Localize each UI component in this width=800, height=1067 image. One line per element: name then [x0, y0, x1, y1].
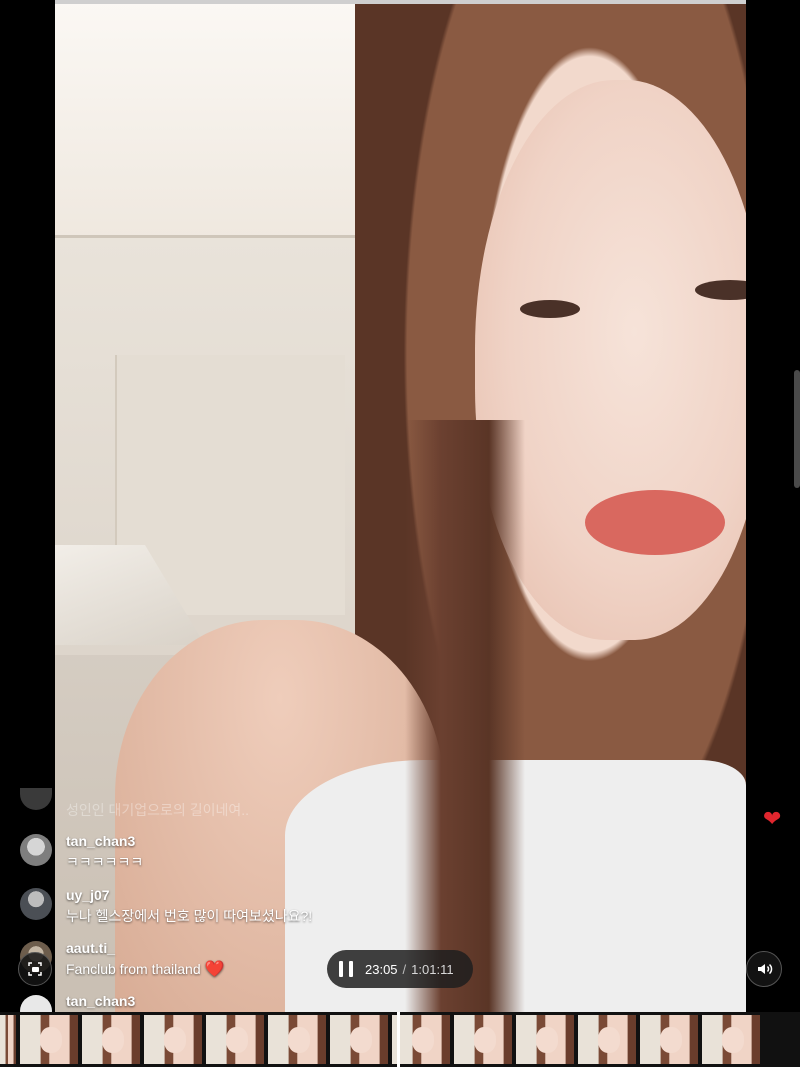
playback-controls: 23:05 / 1:01:11	[327, 950, 473, 988]
current-time: 23:05	[365, 961, 398, 977]
avatar	[20, 788, 52, 810]
filmstrip-frame[interactable]	[82, 1015, 140, 1064]
picture-in-picture-icon	[28, 962, 42, 976]
comment-username[interactable]: aaut.ti_	[66, 940, 115, 956]
comment-message: ㅋㅋㅋㅋㅋㅋ	[66, 854, 144, 870]
comment-username[interactable]: uy_j07	[66, 887, 110, 903]
comment-message: 성인인 대기업으로의 길이네여..	[66, 802, 249, 818]
filmstrip-frame[interactable]	[516, 1015, 574, 1064]
filmstrip-frame[interactable]	[206, 1015, 264, 1064]
filmstrip-frame[interactable]	[0, 1015, 16, 1064]
comment-message: Fanclub from thailand ❤️	[66, 959, 225, 979]
avatar[interactable]	[20, 888, 52, 920]
volume-icon	[758, 963, 773, 975]
comment-username[interactable]: tan_chan3	[66, 993, 135, 1009]
filmstrip-frame[interactable]	[268, 1015, 326, 1064]
comment-username[interactable]: tan_chan3	[66, 833, 135, 849]
timeline-filmstrip[interactable]	[0, 1012, 800, 1067]
comment-text: Fanclub from thailand	[66, 961, 201, 977]
filmstrip-frame[interactable]	[330, 1015, 388, 1064]
filmstrip-frame[interactable]	[144, 1015, 202, 1064]
pause-icon[interactable]	[339, 961, 353, 977]
time-separator: /	[402, 961, 407, 977]
comment-item: 성인인 대기업으로의 길이네여..	[20, 782, 420, 826]
live-replay-viewer: 성인인 대기업으로의 길이네여.. tan_chan3 ㅋㅋㅋㅋㅋㅋ uy_j0…	[0, 0, 800, 1067]
volume-button[interactable]	[746, 951, 782, 987]
scrollbar-thumb[interactable]	[794, 370, 800, 488]
top-border	[55, 0, 746, 4]
comment-item: uy_j07 누나 헬스장에서 번호 많이 따여보셨나요?!	[20, 887, 420, 931]
comment-item: tan_chan3 ㅋㅋㅋㅋㅋㅋ	[20, 833, 420, 877]
heart-icon: ❤	[763, 806, 782, 831]
filmstrip-frame[interactable]	[20, 1015, 78, 1064]
heart-emoji-icon: ❤️	[204, 961, 225, 978]
timeline-scrubber[interactable]	[397, 1012, 400, 1067]
total-time: 1:01:11	[411, 961, 454, 977]
filmstrip-frame[interactable]	[702, 1015, 760, 1064]
comment-message: 누나 헬스장에서 번호 많이 따여보셨나요?!	[66, 908, 313, 924]
avatar[interactable]	[20, 834, 52, 866]
filmstrip-frame[interactable]	[640, 1015, 698, 1064]
filmstrip-frame[interactable]	[578, 1015, 636, 1064]
picture-in-picture-button[interactable]	[18, 952, 52, 986]
filmstrip-frame[interactable]	[392, 1015, 450, 1064]
filmstrip-frame[interactable]	[454, 1015, 512, 1064]
